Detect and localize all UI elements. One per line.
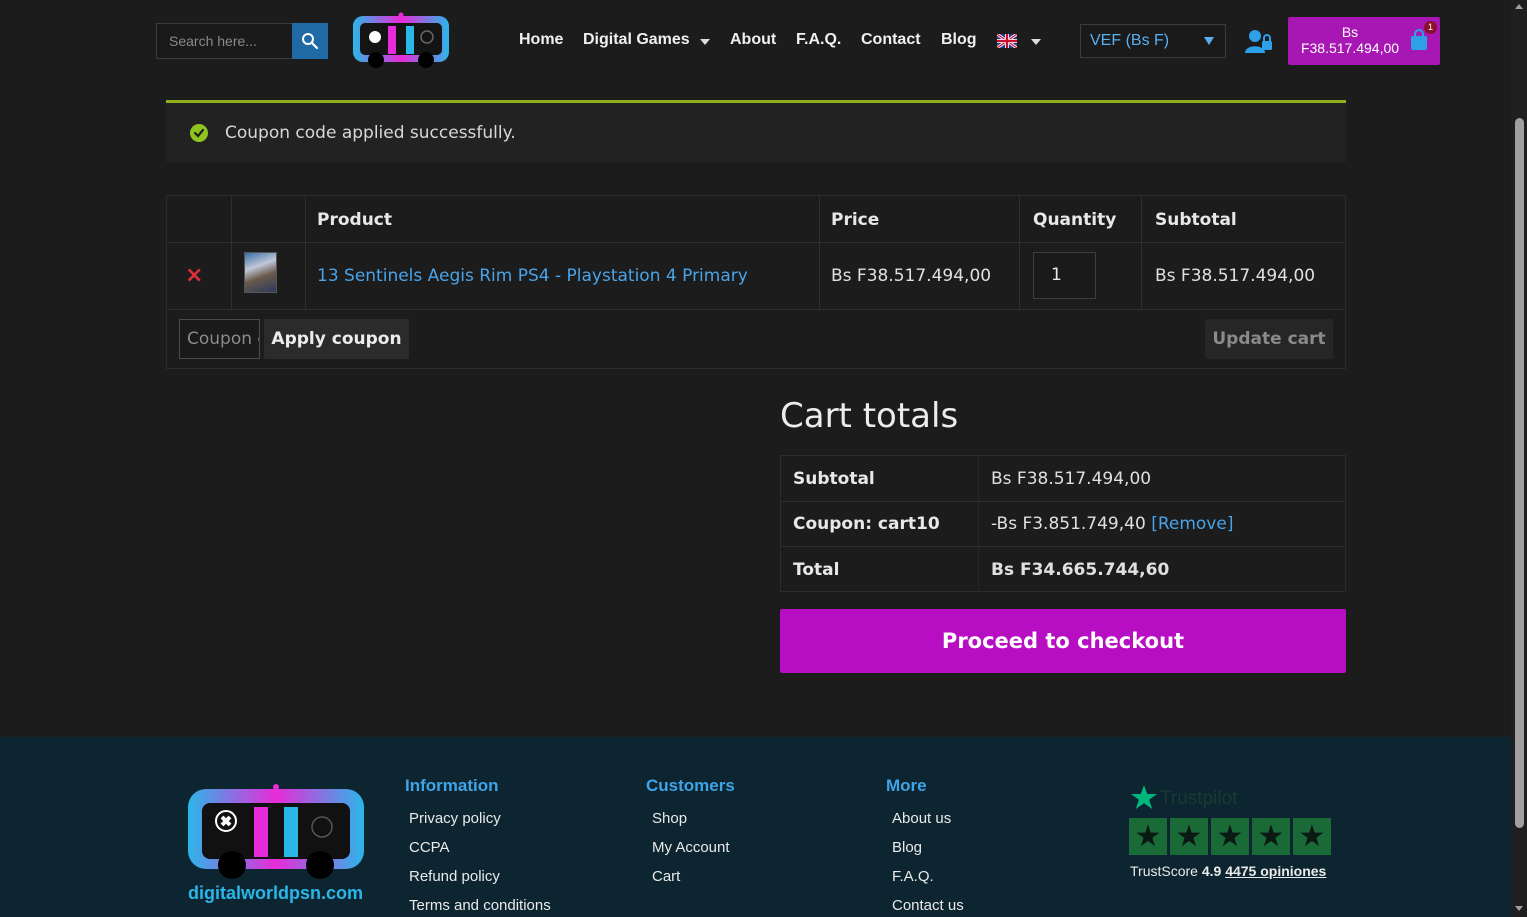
nav-about[interactable]: About	[730, 31, 776, 49]
footer-information-title: Information	[405, 776, 499, 795]
col-divider	[231, 196, 232, 309]
quantity-input[interactable]: 1	[1033, 252, 1096, 299]
search-button[interactable]	[292, 23, 328, 59]
proceed-to-checkout-button[interactable]: Proceed to checkout	[780, 609, 1346, 673]
product-price: Bs F38.517.494,00	[831, 266, 992, 286]
trustpilot-reviews-link[interactable]: 4475 opiniones	[1225, 863, 1326, 879]
footer-customers-title: Customers	[646, 776, 735, 795]
footer-link-terms[interactable]: Terms and conditions	[409, 897, 551, 914]
subtotal-value: Bs F38.517.494,00	[991, 469, 1152, 489]
remove-coupon-link[interactable]: [Remove]	[1151, 514, 1233, 534]
row-divider	[781, 546, 1345, 547]
trustpilot-star-icon	[1131, 785, 1157, 809]
coupon-code-input[interactable]: Coupon code	[179, 319, 260, 359]
subtotal-label: Subtotal	[793, 469, 875, 489]
col-divider	[1141, 196, 1142, 309]
star-icon: ★	[1170, 818, 1208, 855]
header-product: Product	[317, 210, 392, 230]
row-divider	[781, 501, 1345, 502]
footer-link-blog[interactable]: Blog	[892, 839, 922, 856]
scrollbar-thumb[interactable]	[1515, 118, 1524, 828]
product-subtotal: Bs F38.517.494,00	[1155, 266, 1316, 286]
coupon-discount-value: -Bs F3.851.749,40	[991, 514, 1146, 534]
star-icon: ★	[1211, 818, 1249, 855]
cart-totals-table: Subtotal Bs F38.517.494,00 Coupon: cart1…	[780, 455, 1346, 592]
nav-digital-games[interactable]: Digital Games	[583, 31, 690, 49]
product-thumbnail[interactable]	[244, 252, 277, 293]
footer-link-faq[interactable]: F.A.Q.	[892, 868, 934, 885]
search-input[interactable]: Search here...	[156, 23, 293, 59]
cart-total-currency: Bs	[1341, 24, 1359, 40]
trustscore-value: 4.9	[1201, 863, 1222, 879]
success-notice: Coupon code applied successfully.	[166, 100, 1346, 162]
cart-table: Product Price Quantity Subtotal × 13 Sen…	[166, 195, 1346, 369]
col-divider	[978, 456, 979, 591]
trustscore-label: TrustScore	[1130, 863, 1198, 879]
currency-select[interactable]: VEF (Bs F)	[1080, 24, 1226, 58]
update-cart-button[interactable]: Update cart	[1205, 319, 1333, 359]
currency-value: VEF (Bs F)	[1090, 32, 1170, 49]
footer-link-shop[interactable]: Shop	[652, 810, 687, 827]
star-icon: ★	[1252, 818, 1290, 855]
uk-flag-icon[interactable]	[997, 34, 1017, 48]
header-subtotal: Subtotal	[1155, 210, 1237, 230]
star-icon: ★	[1293, 818, 1331, 855]
coupon-discount: -Bs F3.851.749,40 [Remove]	[991, 514, 1233, 534]
footer-logo[interactable]	[186, 783, 366, 883]
total-value: Bs F34.665.744,60	[991, 560, 1170, 580]
footer-link-ccpa[interactable]: CCPA	[409, 839, 450, 856]
row-divider	[167, 242, 1345, 243]
user-account-icon[interactable]	[1245, 28, 1273, 54]
cart-totals-title: Cart totals	[780, 396, 959, 436]
trustpilot-rating-stars[interactable]: ★ ★ ★ ★ ★	[1129, 818, 1331, 855]
header-quantity: Quantity	[1033, 210, 1117, 230]
footer-link-privacy-policy[interactable]: Privacy policy	[409, 810, 501, 827]
check-circle-icon	[190, 124, 208, 142]
cart-count-badge: 1	[1424, 21, 1437, 34]
nav-blog[interactable]: Blog	[941, 31, 977, 49]
site-logo[interactable]	[350, 12, 452, 70]
col-divider	[819, 196, 820, 309]
footer-link-cart[interactable]: Cart	[652, 868, 680, 885]
footer-domain[interactable]: digitalworldpsn.com	[188, 883, 363, 904]
search-icon	[302, 33, 319, 50]
notice-message: Coupon code applied successfully.	[225, 123, 516, 143]
footer-link-my-account[interactable]: My Account	[652, 839, 730, 856]
coupon-label: Coupon: cart10	[793, 514, 940, 534]
scroll-up-arrow-icon[interactable]	[1515, 4, 1523, 9]
row-divider	[167, 309, 1345, 310]
language-chevron-icon[interactable]	[1031, 39, 1041, 45]
footer-link-contact-us[interactable]: Contact us	[892, 897, 964, 914]
footer-more-title: More	[886, 776, 927, 795]
scroll-down-arrow-icon[interactable]	[1515, 906, 1523, 911]
footer-link-about-us[interactable]: About us	[892, 810, 951, 827]
page-scrollbar[interactable]	[1511, 0, 1527, 917]
star-icon: ★	[1129, 818, 1167, 855]
nav-home[interactable]: Home	[519, 31, 563, 49]
dropdown-arrow-icon	[1204, 37, 1214, 45]
apply-coupon-button[interactable]: Apply coupon	[264, 319, 409, 359]
remove-item-button[interactable]: ×	[185, 265, 203, 287]
trustscore-text: TrustScore 4.9 4475 opiniones	[1130, 863, 1326, 879]
trustpilot-brand[interactable]: Trustpilot	[1160, 788, 1237, 810]
footer-link-refund-policy[interactable]: Refund policy	[409, 868, 500, 885]
header-price: Price	[831, 210, 880, 230]
cart-total-amount: F38.517.494,00	[1300, 40, 1400, 56]
col-divider	[305, 196, 306, 309]
col-divider	[1019, 196, 1020, 309]
nav-contact[interactable]: Contact	[861, 31, 921, 49]
nav-faq[interactable]: F.A.Q.	[796, 31, 841, 49]
product-link[interactable]: 13 Sentinels Aegis Rim PS4 - Playstation…	[317, 266, 748, 286]
chevron-down-icon	[700, 39, 710, 45]
total-label: Total	[793, 560, 840, 580]
